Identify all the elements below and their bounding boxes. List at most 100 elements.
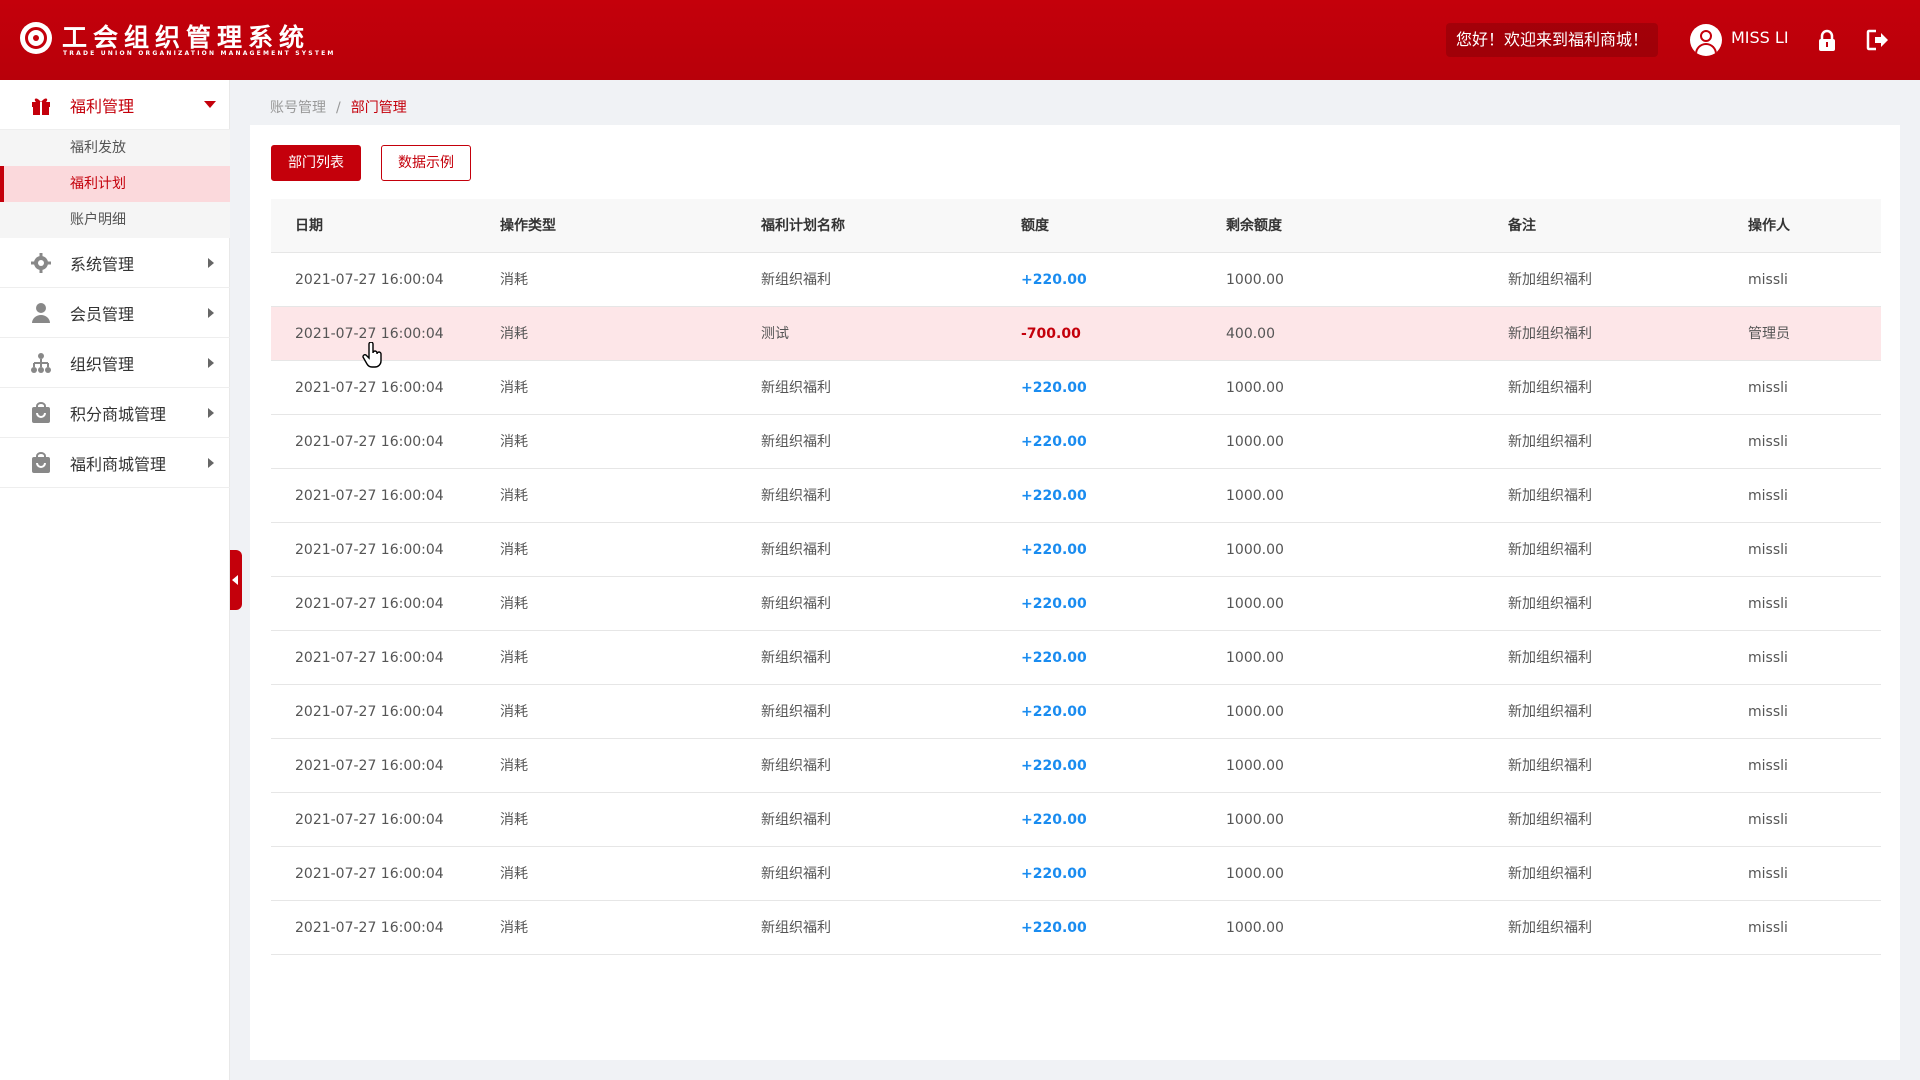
table-row[interactable]: 2021-07-27 16:00:04 消耗 新组织福利 +220.00 1000.00…: [271, 793, 1881, 847]
column-header: 操作人: [1748, 218, 1790, 234]
cell-remark: 新加组织福利: [1508, 272, 1592, 288]
avatar-icon[interactable]: [1690, 24, 1722, 56]
chevron-right-icon: [208, 307, 214, 318]
cell-amount: +220.00: [1021, 380, 1087, 396]
sidebar: 福利管理 福利发放 福利计划 账户明细 系统管理 会员管理 组织管理 积分商城管…: [0, 80, 230, 1080]
brand-subtitle: TRADE UNION ORGANIZATION MANAGEMENT SYST…: [63, 50, 336, 57]
cell-amount: +220.00: [1021, 650, 1087, 666]
sidebar-item-label: 福利商城管理: [70, 454, 167, 474]
submenu-item-distribution[interactable]: 福利发放: [0, 130, 230, 166]
table-row[interactable]: 2021-07-27 16:00:04 消耗 新组织福利 +220.00 1000.00…: [271, 739, 1881, 793]
cell-remark: 新加组织福利: [1508, 434, 1592, 450]
table-row[interactable]: 2021-07-27 16:00:04 消耗 新组织福利 +220.00 1000.00…: [271, 415, 1881, 469]
cell-date: 2021-07-27 16:00:04: [295, 812, 444, 828]
table-row[interactable]: 2021-07-27 16:00:04 消耗 新组织福利 +220.00 1000.00…: [271, 685, 1881, 739]
sidebar-item-organization[interactable]: 组织管理: [0, 338, 230, 388]
sidebar-collapse-toggle[interactable]: [230, 550, 242, 610]
cell-plan-name: 新组织福利: [761, 380, 831, 396]
table-row[interactable]: 2021-07-27 16:00:04 消耗 新组织福利 +220.00 1000.00…: [271, 361, 1881, 415]
cell-type: 消耗: [500, 704, 528, 720]
cell-remaining: 1000.00: [1226, 272, 1284, 288]
column-header: 福利计划名称: [761, 218, 845, 234]
cell-operator: missli: [1748, 758, 1788, 774]
cell-plan-name: 新组织福利: [761, 596, 831, 612]
sidebar-item-label: 积分商城管理: [70, 404, 167, 424]
cell-date: 2021-07-27 16:00:04: [295, 704, 444, 720]
table-row[interactable]: 2021-07-27 16:00:04 消耗 测试 -700.00 400.00 新加组织…: [271, 307, 1881, 361]
cell-amount: -700.00: [1021, 326, 1081, 342]
cell-date: 2021-07-27 16:00:04: [295, 866, 444, 882]
cell-operator: missli: [1748, 704, 1788, 720]
cell-remaining: 1000.00: [1226, 920, 1284, 936]
sidebar-item-points-mall[interactable]: 积分商城管理: [0, 388, 230, 438]
cell-remaining: 400.00: [1226, 326, 1275, 342]
content-card: 部门列表 数据示例 日期 操作类型 福利计划名称 额度 剩余额度 备注 操作人 …: [250, 125, 1900, 1060]
cell-date: 2021-07-27 16:00:04: [295, 488, 444, 504]
table-row[interactable]: 2021-07-27 16:00:04 消耗 新组织福利 +220.00 1000.00…: [271, 469, 1881, 523]
cell-operator: missli: [1748, 272, 1788, 288]
cell-type: 消耗: [500, 920, 528, 936]
breadcrumb-parent[interactable]: 账号管理: [270, 100, 326, 116]
cell-remaining: 1000.00: [1226, 650, 1284, 666]
submenu-item-plan[interactable]: 福利计划: [0, 166, 230, 202]
cell-remark: 新加组织福利: [1508, 650, 1592, 666]
cell-remark: 新加组织福利: [1508, 380, 1592, 396]
cell-remark: 新加组织福利: [1508, 758, 1592, 774]
submenu-item-account-details[interactable]: 账户明细: [0, 202, 230, 238]
cell-amount: +220.00: [1021, 812, 1087, 828]
cell-date: 2021-07-27 16:00:04: [295, 542, 444, 558]
user-icon: [32, 302, 50, 323]
logout-icon[interactable]: [1866, 29, 1890, 51]
sidebar-item-members[interactable]: 会员管理: [0, 288, 230, 338]
cell-remaining: 1000.00: [1226, 758, 1284, 774]
hand-cursor-icon: [362, 342, 382, 368]
table-row[interactable]: 2021-07-27 16:00:04 消耗 新组织福利 +220.00 1000.00…: [271, 577, 1881, 631]
cell-remaining: 1000.00: [1226, 704, 1284, 720]
cell-remaining: 1000.00: [1226, 866, 1284, 882]
sidebar-item-welfare[interactable]: 福利管理: [0, 80, 230, 130]
cell-type: 消耗: [500, 758, 528, 774]
cell-plan-name: 新组织福利: [761, 812, 831, 828]
chevron-right-icon: [208, 357, 214, 368]
cell-type: 消耗: [500, 488, 528, 504]
welfare-submenu: 福利发放 福利计划 账户明细: [0, 130, 230, 238]
cell-amount: +220.00: [1021, 542, 1087, 558]
welcome-message: 您好！欢迎来到福利商城！: [1446, 23, 1659, 57]
top-header: 工会组织管理系统 TRADE UNION ORGANIZATION MANAGE…: [0, 0, 1920, 80]
breadcrumb-separator: /: [336, 100, 341, 116]
cell-amount: +220.00: [1021, 596, 1087, 612]
cell-plan-name: 新组织福利: [761, 704, 831, 720]
lock-icon[interactable]: [1816, 29, 1838, 51]
sidebar-item-welfare-mall[interactable]: 福利商城管理: [0, 438, 230, 488]
cell-remark: 新加组织福利: [1508, 488, 1592, 504]
cell-operator: missli: [1748, 488, 1788, 504]
sidebar-item-label: 组织管理: [70, 354, 135, 374]
cell-amount: +220.00: [1021, 758, 1087, 774]
cell-type: 消耗: [500, 812, 528, 828]
sidebar-item-label: 系统管理: [70, 254, 135, 274]
table-row[interactable]: 2021-07-27 16:00:04 消耗 新组织福利 +220.00 1000.00…: [271, 253, 1881, 307]
cell-amount: +220.00: [1021, 866, 1087, 882]
shop-icon: [32, 451, 50, 473]
table-row[interactable]: 2021-07-27 16:00:04 消耗 新组织福利 +220.00 1000.00…: [271, 631, 1881, 685]
cell-remark: 新加组织福利: [1508, 596, 1592, 612]
gear-icon: [31, 252, 51, 273]
table-row[interactable]: 2021-07-27 16:00:04 消耗 新组织福利 +220.00 1000.00…: [271, 847, 1881, 901]
username[interactable]: MISS LI: [1731, 28, 1789, 47]
department-list-button[interactable]: 部门列表: [271, 145, 361, 181]
cell-operator: 管理员: [1748, 326, 1790, 342]
cell-operator: missli: [1748, 596, 1788, 612]
chevron-right-icon: [208, 257, 214, 268]
breadcrumb-current: 部门管理: [350, 100, 407, 116]
chevron-right-icon: [208, 407, 214, 418]
cell-plan-name: 新组织福利: [761, 650, 831, 666]
cell-type: 消耗: [500, 650, 528, 666]
cell-amount: +220.00: [1021, 920, 1087, 936]
table-row[interactable]: 2021-07-27 16:00:04 消耗 新组织福利 +220.00 1000.00…: [271, 523, 1881, 577]
sidebar-item-system[interactable]: 系统管理: [0, 238, 230, 288]
data-sample-button[interactable]: 数据示例: [381, 145, 471, 181]
cell-type: 消耗: [500, 434, 528, 450]
cell-operator: missli: [1748, 866, 1788, 882]
table-row[interactable]: 2021-07-27 16:00:04 消耗 新组织福利 +220.00 1000.00…: [271, 901, 1881, 955]
column-header: 备注: [1508, 218, 1536, 234]
